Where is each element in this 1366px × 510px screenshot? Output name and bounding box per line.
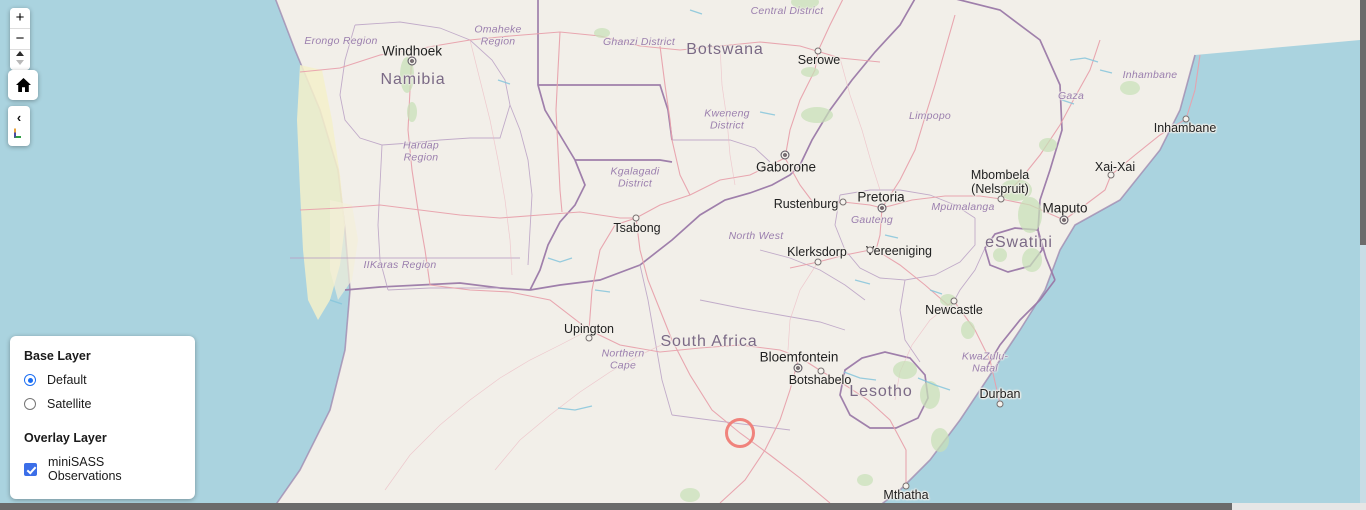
base-layer-option-default[interactable]: Default [24, 373, 181, 387]
overlay-layer-list: miniSASS Observations [24, 455, 181, 483]
base-layer-option-satellite[interactable]: Satellite [24, 397, 181, 411]
home-control[interactable] [8, 70, 38, 100]
zoom-out-button[interactable]: − [10, 29, 30, 50]
scrollbar-corner [1360, 503, 1366, 510]
base-layer-heading: Base Layer [24, 349, 91, 363]
vertical-scrollbar-thumb[interactable] [1360, 0, 1366, 245]
zoom-in-button[interactable]: + [10, 8, 30, 29]
vertical-scrollbar[interactable] [1360, 0, 1366, 503]
zoom-reset-icon [16, 51, 24, 65]
base-layer-label: Default [47, 373, 87, 387]
map-tiles [0, 0, 1360, 503]
overlay-layer-control[interactable] [24, 462, 37, 476]
base-layer-label: Satellite [47, 397, 92, 411]
map-application: Namibia Botswana South Africa Lesotho eSwati… [0, 0, 1366, 510]
overlay-layer-heading: Overlay Layer [24, 431, 107, 445]
base-layer-control[interactable] [24, 374, 36, 386]
leaflet-L-icon [14, 128, 21, 138]
collapse-left-button[interactable]: ‹ [8, 108, 30, 126]
checkbox-checked-icon[interactable] [24, 462, 37, 476]
radio-checked-icon[interactable] [24, 374, 36, 386]
horizontal-scrollbar[interactable] [0, 503, 1366, 510]
horizontal-scrollbar-thumb[interactable] [0, 503, 1232, 510]
map-canvas[interactable]: Namibia Botswana South Africa Lesotho eSwati… [0, 0, 1360, 503]
base-layer-control[interactable] [24, 398, 36, 410]
overlay-layer-label: miniSASS Observations [48, 455, 122, 483]
zoom-control[interactable]: + − [10, 8, 30, 70]
radio-unchecked-icon[interactable] [24, 398, 36, 410]
zoom-reset-button[interactable] [10, 50, 30, 70]
sidebar-collapse-control[interactable]: ‹ [8, 106, 30, 146]
home-button[interactable] [8, 70, 38, 100]
overlay-layer-option-minisass-observations[interactable]: miniSASS Observations [24, 455, 181, 483]
observation-marker[interactable] [725, 418, 755, 448]
base-layer-list: Default Satellite [24, 373, 181, 411]
layer-control-panel[interactable]: Base Layer Default Satellite Overlay Laye… [10, 336, 195, 499]
home-icon [15, 78, 31, 92]
leaflet-logo-icon [8, 126, 30, 142]
